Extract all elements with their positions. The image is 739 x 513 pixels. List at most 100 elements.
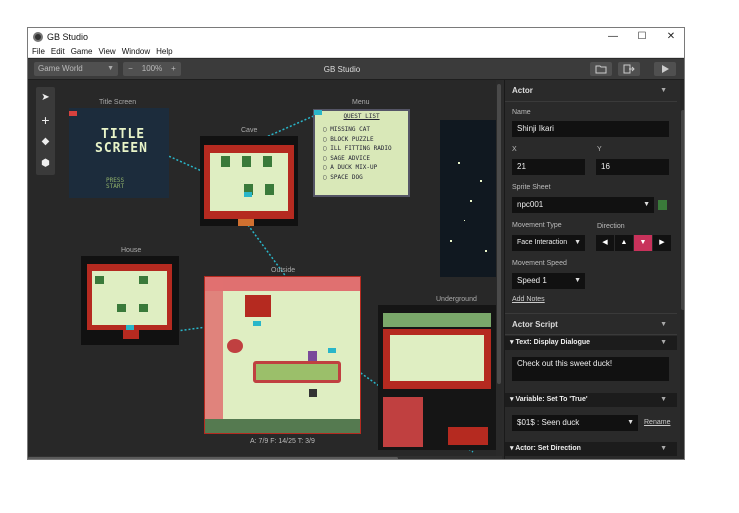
name-label: Name <box>512 109 531 116</box>
actor-section-header[interactable]: Actor ▼ <box>505 80 677 102</box>
view-select[interactable]: Game World ▼ <box>34 62 118 76</box>
x-input[interactable]: 21 <box>512 159 585 175</box>
project-title: GB Studio <box>323 65 361 74</box>
scene-label-outside: Outside <box>271 267 296 274</box>
trigger-marker <box>126 325 134 330</box>
chevron-down-icon: ▼ <box>660 396 667 403</box>
view-select-value: Game World <box>38 64 83 73</box>
app-window: GB Studio — ☐ ✕ File Edit Game View Window He… <box>27 27 685 460</box>
sprite-sheet-value: npc001 <box>517 200 544 209</box>
movement-type-label: Movement Type <box>512 222 562 229</box>
chevron-down-icon: ▼ <box>574 277 581 284</box>
zoom-control: − 100% + <box>123 62 181 76</box>
toolbar: Game World ▼ − 100% + GB Studio <box>28 59 684 80</box>
sidebar-scrollbar[interactable] <box>680 80 684 459</box>
event-set-direction-header[interactable]: ▾ Actor: Set Direction ▼ <box>505 442 677 456</box>
variable-value: $01$ : Seen duck <box>517 418 580 427</box>
name-input[interactable]: Shinji Ikari <box>512 121 669 137</box>
chevron-down-icon: ▼ <box>627 419 634 426</box>
chevron-down-icon: ▼ <box>660 87 667 94</box>
menu-window[interactable]: Window <box>122 46 150 58</box>
scene-space[interactable] <box>440 120 496 277</box>
chevron-down-icon: ▼ <box>660 339 667 346</box>
trigger-marker <box>328 348 336 353</box>
dialogue-textarea[interactable]: Check out this sweet duck! <box>512 357 669 381</box>
maximize-button[interactable]: ☐ <box>628 29 656 45</box>
chevron-down-icon: ▼ <box>574 239 581 246</box>
world-canvas[interactable]: ➤ + ◆ ⬢ Title Screen TITLE SCREEN PRESS … <box>28 80 502 459</box>
menu-view[interactable]: View <box>98 46 115 58</box>
outside-building <box>245 295 271 317</box>
house-furniture <box>139 304 148 312</box>
quest-list: ▢ MISSING CAT ▢ BLOCK PUZZLE ▢ ILL FITTI… <box>323 125 392 182</box>
scene-menu[interactable]: QUEST LIST ▢ MISSING CAT ▢ BLOCK PUZZLE … <box>313 109 410 197</box>
outside-tree <box>227 339 243 353</box>
add-notes-link[interactable]: Add Notes <box>512 296 545 303</box>
world-horizontal-scrollbar[interactable] <box>28 456 502 459</box>
world-vertical-scrollbar[interactable] <box>496 80 502 456</box>
scene-label-title-screen: Title Screen <box>99 99 137 106</box>
actor-script-label: Actor Script <box>512 320 558 329</box>
quest-item: ▢ SAGE ADVICE <box>323 154 370 162</box>
zoom-level: 100% <box>141 64 163 73</box>
rename-variable-link[interactable]: Rename <box>644 419 670 426</box>
minimize-button[interactable]: — <box>599 29 627 45</box>
actor-shinji[interactable] <box>308 351 317 361</box>
menu-file[interactable]: File <box>32 46 45 58</box>
quest-list-heading: QUEST LIST <box>343 113 380 120</box>
sprite-preview-icon <box>658 200 667 210</box>
actor-script-header[interactable]: Actor Script ▼ <box>505 313 677 335</box>
direction-down-button[interactable]: ▼ <box>634 235 652 251</box>
scene-underground[interactable] <box>378 305 496 450</box>
house-furniture <box>95 276 104 284</box>
y-label: Y <box>597 146 602 153</box>
stars-decoration <box>450 162 487 252</box>
event-display-dialogue-header[interactable]: ▾ Text: Display Dialogue ▼ <box>505 336 677 350</box>
title-bar: GB Studio — ☐ ✕ <box>28 28 684 46</box>
export-button[interactable] <box>618 62 640 76</box>
play-button[interactable] <box>654 62 676 76</box>
quest-item: ▢ BLOCK PUZZLE <box>323 135 374 143</box>
outside-npc <box>309 389 317 397</box>
menu-help[interactable]: Help <box>156 46 172 58</box>
direction-right-button[interactable]: ▶ <box>653 235 671 251</box>
export-icon <box>623 64 635 74</box>
y-input[interactable]: 16 <box>596 159 669 175</box>
chevron-down-icon: ▼ <box>660 445 667 452</box>
scene-title-screen[interactable]: TITLE SCREEN PRESS START <box>69 108 169 198</box>
direction-left-button[interactable]: ◀ <box>596 235 614 251</box>
scene-cave[interactable] <box>200 136 298 226</box>
chevron-down-icon: ▼ <box>107 65 114 72</box>
direction-up-button[interactable]: ▲ <box>615 235 633 251</box>
variable-select[interactable]: $01$ : Seen duck ▼ <box>512 415 638 431</box>
house-furniture <box>117 304 126 312</box>
start-flag-icon <box>69 111 77 116</box>
title-screen-text-2: SCREEN <box>95 141 148 156</box>
trigger-marker <box>314 110 322 115</box>
window-title: GB Studio <box>47 32 89 42</box>
sprite-sheet-label: Sprite Sheet <box>512 184 551 191</box>
scene-outside[interactable] <box>204 276 361 434</box>
zoom-out-button[interactable]: − <box>126 62 135 76</box>
scene-house[interactable] <box>81 256 179 345</box>
zoom-in-button[interactable]: + <box>169 62 178 76</box>
movement-type-select[interactable]: Face Interaction ▼ <box>512 235 585 251</box>
x-label: X <box>512 146 517 153</box>
menu-bar: File Edit Game View Window Help <box>28 46 684 58</box>
event-set-true-title: ▾ Variable: Set To 'True' <box>510 396 588 403</box>
event-set-true-header[interactable]: ▾ Variable: Set To 'True' ▼ <box>505 393 677 407</box>
sprite-sheet-select[interactable]: npc001 ▼ <box>512 197 654 213</box>
movement-speed-label: Movement Speed <box>512 260 567 267</box>
menu-game[interactable]: Game <box>71 46 93 58</box>
event-display-dialogue-title: ▾ Text: Display Dialogue <box>510 339 591 346</box>
trigger-marker <box>253 321 261 326</box>
close-button[interactable]: ✕ <box>657 29 684 45</box>
app-logo-icon <box>33 32 43 42</box>
cave-npc <box>242 156 251 167</box>
cave-npc <box>265 184 274 195</box>
open-folder-button[interactable] <box>590 62 612 76</box>
menu-edit[interactable]: Edit <box>51 46 65 58</box>
movement-speed-select[interactable]: Speed 1 ▼ <box>512 273 585 289</box>
quest-item: ▢ MISSING CAT <box>323 126 370 133</box>
outside-pond <box>253 361 341 383</box>
